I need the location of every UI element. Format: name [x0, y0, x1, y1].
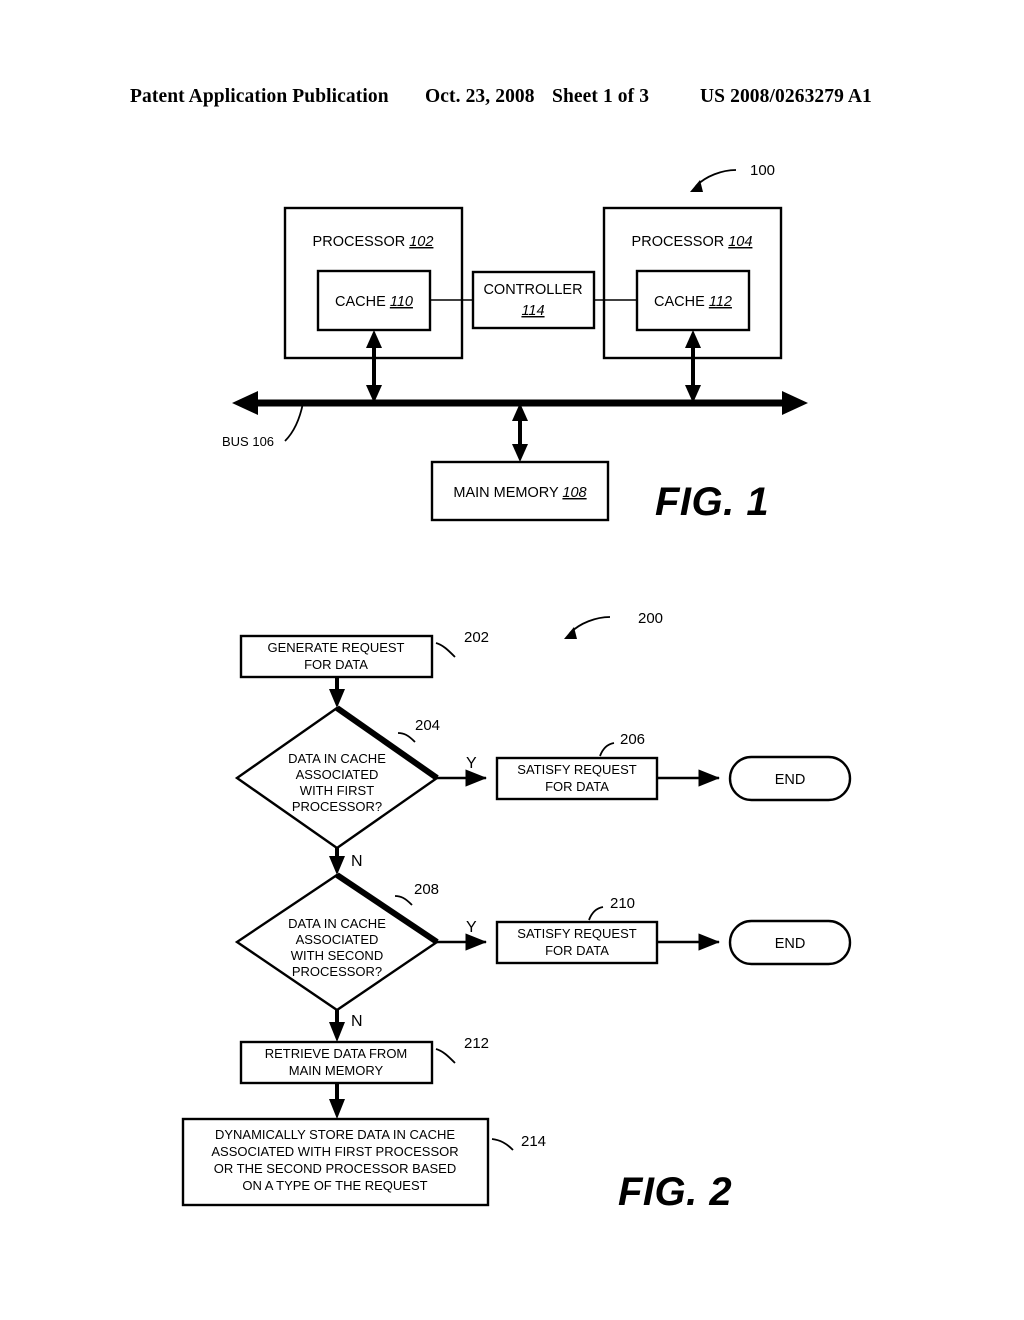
bus-106-label: BUS 106 [222, 434, 274, 449]
step-212-line2: MAIN MEMORY [289, 1063, 384, 1078]
arrow-204-no-to-208 [329, 848, 345, 875]
callout-200-leader [569, 616, 611, 634]
cache-112-label: CACHE 112 [654, 294, 732, 310]
step-214-line1: DYNAMICALLY STORE DATA IN CACHE [215, 1127, 455, 1142]
branch-no-1-label: N [351, 853, 363, 870]
terminal-end-1-label: END [775, 772, 806, 788]
decision-204-line3: WITH FIRST [300, 783, 374, 798]
callout-200-label: 200 [638, 610, 663, 627]
step-206-line2: FOR DATA [545, 779, 609, 794]
callout-100-leader [695, 169, 737, 187]
decision-204-ref: 204 [415, 717, 440, 734]
branch-yes-1-label: Y [466, 755, 477, 772]
bus-106-arrow-left [232, 391, 258, 415]
main-memory-108-label: MAIN MEMORY 108 [453, 485, 586, 501]
step-202-ref: 202 [464, 629, 489, 646]
step-206-leader [599, 742, 615, 757]
step-210-line2: FOR DATA [545, 943, 609, 958]
decision-208-line2: ASSOCIATED [296, 932, 379, 947]
step-202-leader [435, 642, 456, 658]
callout-100-label: 100 [750, 162, 775, 179]
decision-204-line1: DATA IN CACHE [288, 751, 386, 766]
step-206-line1: SATISFY REQUEST [517, 762, 636, 777]
step-212-leader [435, 1048, 456, 1064]
controller-114-label: CONTROLLER [483, 282, 582, 298]
decision-208-line3: WITH SECOND [291, 948, 383, 963]
arrow-212-to-214 [329, 1083, 345, 1119]
processor-102-label: PROCESSOR 102 [313, 234, 434, 250]
decision-204-line4: PROCESSOR? [292, 799, 382, 814]
controller-114-ref: 114 [521, 303, 544, 319]
bus-106-leader [284, 402, 304, 442]
decision-208-line4: PROCESSOR? [292, 964, 382, 979]
step-214-line3: OR THE SECOND PROCESSOR BASED [214, 1161, 456, 1176]
link-bus-mainmemory [512, 403, 528, 462]
step-212-line1: RETRIEVE DATA FROM [265, 1046, 408, 1061]
decision-208-line1: DATA IN CACHE [288, 916, 386, 931]
bus-106-arrow-right [782, 391, 808, 415]
step-206-ref: 206 [620, 731, 645, 748]
figure-1-group: 100 PROCESSOR 102 CACHE 110 CONTROLLER 1… [222, 162, 808, 524]
decision-204-leader [397, 732, 416, 743]
step-212-ref: 212 [464, 1035, 489, 1052]
step-214-line2: ASSOCIATED WITH FIRST PROCESSOR [211, 1144, 458, 1159]
step-202-line2: FOR DATA [304, 657, 368, 672]
step-214-ref: 214 [521, 1133, 546, 1150]
arrow-208-no-to-212 [329, 1010, 345, 1042]
drawing-sheet: 100 PROCESSOR 102 CACHE 110 CONTROLLER 1… [0, 0, 1024, 1320]
branch-no-2-label: N [351, 1013, 363, 1030]
decision-204-line2: ASSOCIATED [296, 767, 379, 782]
figure-2-group: 200 GENERATE REQUEST FOR DATA 202 DATA I… [181, 610, 852, 1214]
decision-208-ref: 208 [414, 881, 439, 898]
controller-114-box [471, 270, 596, 330]
figure-1-label: FIG. 1 [655, 480, 769, 524]
step-214-line4: ON A TYPE OF THE REQUEST [242, 1178, 427, 1193]
callout-100: 100 [690, 162, 775, 192]
branch-yes-2-label: Y [466, 919, 477, 936]
step-210-ref: 210 [610, 895, 635, 912]
callout-200: 200 [564, 610, 663, 639]
arrow-202-to-204 [329, 677, 345, 708]
decision-208-leader [394, 895, 413, 906]
step-214-leader [491, 1138, 514, 1151]
step-210-leader [588, 906, 604, 921]
step-202-line1: GENERATE REQUEST [267, 640, 404, 655]
cache-110-label: CACHE 110 [335, 294, 413, 310]
terminal-end-2-label: END [775, 936, 806, 952]
step-210-line1: SATISFY REQUEST [517, 926, 636, 941]
processor-104-label: PROCESSOR 104 [632, 234, 753, 250]
figure-2-label: FIG. 2 [618, 1170, 732, 1214]
